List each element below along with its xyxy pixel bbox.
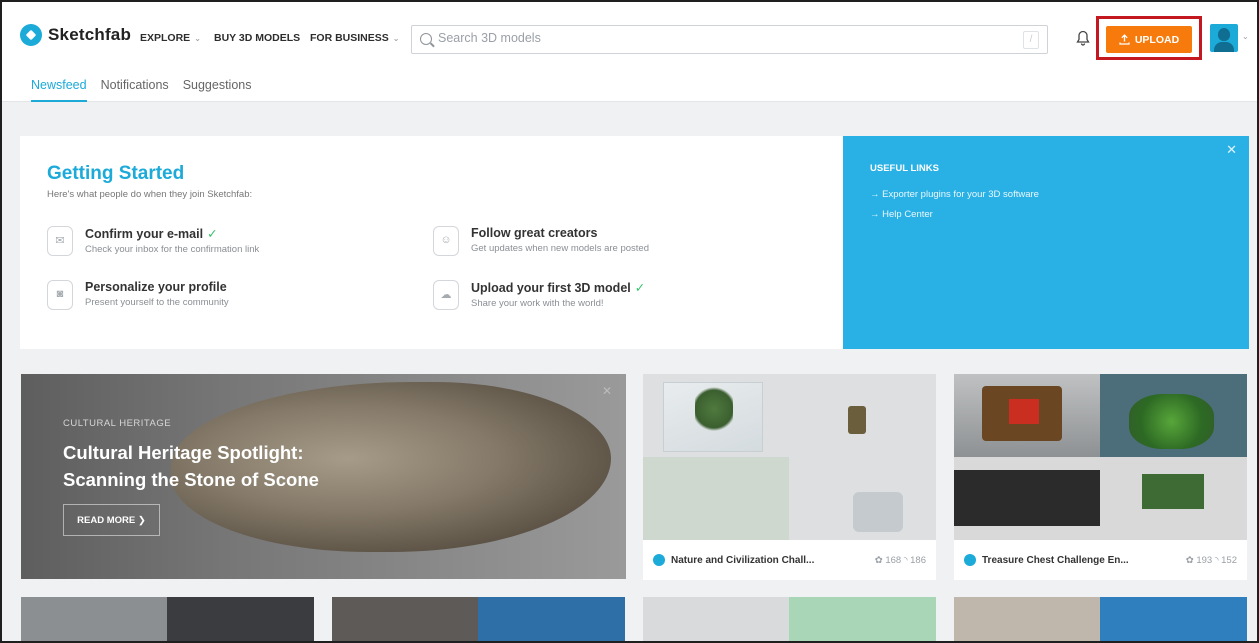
upload-icon [1119, 34, 1130, 45]
getting-started-title: Getting Started [47, 163, 185, 184]
getting-started-subtitle: Here's what people do when they join Ske… [47, 189, 253, 200]
search-shortcut-key: / [1023, 31, 1039, 49]
card-footer: Treasure Chest Challenge En... ✿ 193 ◝ 1… [954, 540, 1247, 580]
comments-icon: ◝ [1214, 554, 1219, 566]
nav-explore-label: EXPLORE [140, 32, 191, 44]
envelope-icon: ✉ [47, 226, 73, 256]
card-stats: ✿ 168 ◝ 186 [875, 555, 926, 566]
getting-started-panel: Getting Started Here's what people do wh… [20, 136, 1249, 349]
search-input[interactable] [438, 31, 998, 45]
camera-icon: ◙ [47, 280, 73, 310]
chevron-down-icon: ⌄ [194, 33, 201, 43]
notification-bell-icon[interactable] [1076, 30, 1090, 46]
card-stats: ✿ 193 ◝ 152 [1186, 555, 1237, 566]
step-upload-model[interactable]: ☁ Upload your first 3D model ✓ Share your… [433, 280, 645, 310]
checkmark-icon: ✓ [634, 281, 646, 295]
model-card[interactable]: Nature and Civilization Chall... ✿ 168 ◝… [643, 374, 936, 580]
comments-count: 152 [1221, 554, 1237, 566]
nav-business-label: FOR BUSINESS [310, 32, 389, 44]
search-icon [420, 33, 432, 45]
link-exporter-plugins[interactable]: → Exporter plugins for your 3D software [870, 189, 1039, 200]
nav-explore[interactable]: EXPLORE ⌄ [140, 32, 201, 44]
model-card-thumbnail[interactable] [332, 597, 625, 643]
search-bar[interactable]: / [411, 25, 1048, 54]
step-confirm-email[interactable]: ✉ Confirm your e-mail ✓ Check your inbox … [47, 226, 259, 256]
nav-buy-3d-models[interactable]: BUY 3D MODELS [214, 32, 300, 44]
model-card-thumbnail[interactable] [954, 597, 1247, 643]
model-card-thumbnail[interactable] [21, 597, 314, 643]
featured-category: CULTURAL HERITAGE [63, 418, 172, 429]
tab-newsfeed[interactable]: Newsfeed [31, 78, 87, 102]
step-title: Confirm your e-mail [85, 227, 204, 241]
tab-suggestions[interactable]: Suggestions [183, 78, 252, 102]
tab-notifications[interactable]: Notifications [101, 78, 169, 102]
comments-icon: ◝ [903, 554, 908, 566]
chevron-down-icon[interactable]: ⌄ [1242, 32, 1249, 41]
checkmark-icon: ✓ [207, 227, 218, 241]
sketchfab-logo[interactable]: Sketchfab [20, 24, 131, 46]
step-title: Follow great creators [471, 226, 598, 240]
user-badge-icon [964, 554, 976, 566]
views-count: 168 [885, 554, 902, 566]
step-desc: Present yourself to the community [85, 297, 229, 308]
step-personalize-profile[interactable]: ◙ Personalize your profile Present yours… [47, 280, 229, 310]
useful-links-panel: USEFUL LINKS → Exporter plugins for your… [843, 136, 1249, 349]
featured-article-card[interactable]: ✕ CULTURAL HERITAGE Cultural Heritage Sp… [21, 374, 626, 579]
model-card-thumbnail[interactable] [643, 597, 936, 643]
views-icon: ✿ [1185, 554, 1194, 566]
user-badge-icon [653, 554, 665, 566]
featured-title[interactable]: Cultural Heritage Spotlight: Scanning th… [63, 440, 363, 494]
upload-label: UPLOAD [1134, 33, 1180, 46]
close-icon[interactable]: ✕ [1226, 142, 1237, 158]
useful-links-title: USEFUL LINKS [870, 163, 939, 174]
step-follow-creators[interactable]: ☺ Follow great creators Get updates when… [433, 226, 649, 256]
model-card[interactable]: Treasure Chest Challenge En... ✿ 193 ◝ 1… [954, 374, 1247, 580]
read-more-button[interactable]: READ MORE ❯ [63, 504, 160, 536]
model-thumbnail [643, 374, 936, 540]
cloud-upload-icon: ☁ [433, 280, 459, 310]
sketchfab-logo-icon [20, 24, 42, 46]
top-bar: Sketchfab EXPLORE ⌄ BUY 3D MODELS FOR BU… [2, 2, 1257, 102]
step-desc: Share your work with the world! [471, 298, 604, 309]
card-title[interactable]: Treasure Chest Challenge En... [982, 555, 1180, 566]
nav-for-business[interactable]: FOR BUSINESS ⌄ [310, 32, 399, 44]
upload-button[interactable]: UPLOAD [1106, 26, 1192, 53]
step-desc: Check your inbox for the confirmation li… [85, 244, 260, 255]
step-desc: Get updates when new models are posted [471, 243, 649, 254]
comments-count: 186 [910, 554, 926, 566]
step-title: Personalize your profile [85, 280, 227, 294]
link-help-center[interactable]: → Help Center [870, 209, 933, 220]
nav-buy-label: BUY 3D MODELS [214, 32, 301, 44]
views-count: 193 [1196, 554, 1213, 566]
model-thumbnail [954, 374, 1247, 540]
logo-text: Sketchfab [48, 25, 132, 44]
step-title: Upload your first 3D model [471, 281, 631, 295]
views-icon: ✿ [874, 554, 883, 566]
close-icon[interactable]: ✕ [602, 384, 612, 398]
user-icon: ☺ [433, 226, 459, 256]
feed-tabs: Newsfeed Notifications Suggestions [31, 78, 252, 102]
card-footer: Nature and Civilization Chall... ✿ 168 ◝… [643, 540, 936, 580]
user-avatar[interactable] [1210, 24, 1238, 52]
chevron-down-icon: ⌄ [392, 33, 400, 43]
card-title[interactable]: Nature and Civilization Chall... [671, 555, 869, 566]
